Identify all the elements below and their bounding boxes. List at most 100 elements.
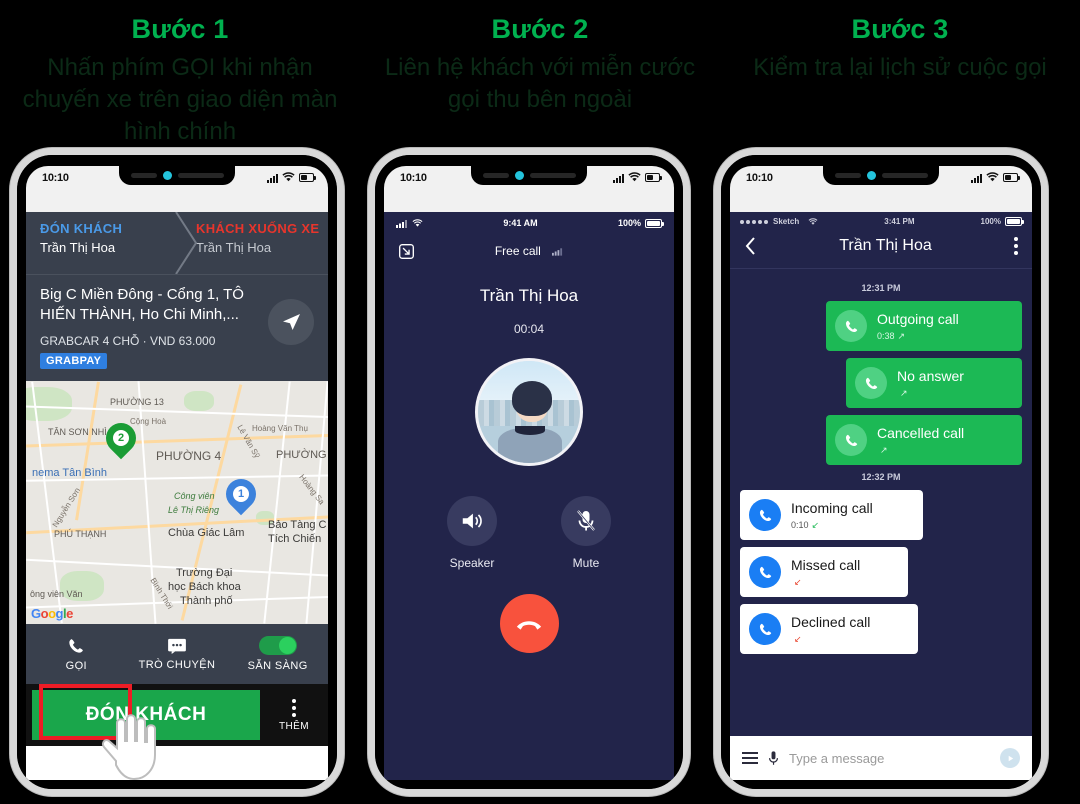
message-cancelled-call[interactable]: Cancelled call ↗: [826, 415, 1022, 465]
map-label: PHƯỜNG 4: [156, 449, 222, 463]
mute-button[interactable]: Mute: [561, 496, 611, 570]
message-sub: ↗: [897, 388, 964, 399]
tab-pickup[interactable]: ĐÓN KHÁCH Trần Thị Hoa: [26, 212, 172, 274]
message-text: Incoming call: [791, 499, 873, 516]
device-status-icons: [267, 172, 316, 183]
phone-icon: [749, 556, 781, 588]
message-missed-call[interactable]: Missed call ↙: [740, 547, 908, 597]
call-status-bar: 9:41 AM 100%: [384, 212, 674, 228]
map-label: Trường Đại: [176, 567, 233, 579]
call-contact-name: Trần Thị Hoa: [479, 286, 579, 305]
call-status-time: 9:41 AM: [503, 218, 538, 228]
microphone-icon[interactable]: [768, 750, 779, 767]
signal-bars-icon: [267, 173, 278, 183]
tab-pickup-passenger: Trần Thị Hoa: [40, 240, 116, 255]
trip-map[interactable]: PHƯỜNG 13 Cộng Hoà TÂN SƠN NHÌ Hoàng Văn…: [26, 381, 328, 624]
signal-bars-icon: [396, 219, 407, 228]
trip-action-bar: GỌI TRÒ CHUYỆN SẴN SÀNG: [26, 624, 328, 684]
front-camera-icon: [514, 171, 524, 180]
call-type-row: Free call: [384, 244, 674, 258]
step-column-2: Bước 2 Liên hệ khách với miễn cước gọi t…: [360, 0, 720, 150]
step-column-3: Bước 3 Kiểm tra lại lịch sử cuộc gọi: [720, 0, 1080, 150]
message-sub: ↙: [791, 577, 860, 588]
map-label: PHƯỜNG 13: [110, 397, 164, 407]
more-button[interactable]: THÊM: [260, 684, 328, 746]
toggle-on-icon[interactable]: [258, 636, 297, 655]
action-chat[interactable]: TRÒ CHUYỆN: [127, 624, 228, 684]
tab-dropoff-label: KHÁCH XUỐNG XE: [196, 221, 320, 236]
map-label: ông viên Văn: [30, 589, 83, 599]
phone-icon: [749, 613, 781, 645]
wifi-icon: [628, 172, 641, 182]
message-no-answer[interactable]: No answer ↗: [846, 358, 1022, 408]
message-text: Cancelled call: [877, 424, 965, 441]
call-screen: 9:41 AM 100% Free call Trần Thị Hoa 00:0…: [384, 212, 674, 780]
google-attribution: Google: [31, 606, 73, 621]
step-3-title: Bước 3: [851, 14, 949, 44]
chat-status-time: 3:41 PM: [884, 217, 915, 226]
speaker-label: Speaker: [449, 556, 495, 570]
mute-button-circle: [561, 496, 611, 546]
message-incoming-call[interactable]: Incoming call 0:10 ↙: [740, 490, 923, 540]
call-status-battery-pct: 100%: [617, 218, 641, 228]
message-input[interactable]: Type a message: [789, 751, 990, 766]
step-2-body: Liên hệ khách với miễn cước gọi thu bên …: [384, 54, 696, 113]
device-clock: 10:10: [400, 172, 427, 184]
map-pin-1[interactable]: 1: [219, 472, 263, 519]
grab-trip-tabs: ĐÓN KHÁCH Trần Thị Hoa KHÁCH XUỐNG XE Tr…: [26, 212, 328, 274]
chevron-left-icon[interactable]: [744, 236, 757, 256]
send-icon[interactable]: [1000, 748, 1020, 768]
navigate-button[interactable]: [268, 299, 314, 345]
message-sub: 0:10 ↙: [791, 520, 873, 531]
payment-badge: GRABPAY: [40, 353, 108, 369]
action-ready[interactable]: SẴN SÀNG: [227, 624, 328, 684]
call-controls: Speaker Mute: [384, 496, 674, 570]
carrier-name: Sketch: [773, 217, 800, 226]
message-sub: 0:38 ↗: [877, 331, 959, 342]
contact-avatar: [475, 358, 583, 466]
device-status-icons: [971, 172, 1020, 183]
action-call[interactable]: GỌI: [26, 624, 127, 684]
map-pin-1-number: 1: [233, 486, 249, 502]
wifi-icon: [986, 172, 999, 182]
earpiece-slot-left: [130, 173, 157, 178]
map-pin-2[interactable]: 2: [99, 416, 143, 463]
tab-separator-chevron-icon: [175, 212, 198, 274]
phone-2-notch: [471, 166, 587, 185]
phone-icon: [835, 424, 867, 456]
hangup-button[interactable]: [499, 594, 559, 653]
earpiece-slot-right: [529, 173, 576, 178]
earpiece-slot-right: [881, 173, 928, 178]
dots-vertical-icon[interactable]: [1013, 237, 1018, 255]
phone-mockup-1: 10:10 ĐÓN KHÁCH Trần Thị Hoa KHÁCH XUỐNG…: [10, 148, 344, 796]
signal-bars-icon: [971, 173, 982, 183]
call-direction-icon: ↗: [897, 330, 906, 341]
map-label: PHÚ THẠNH: [54, 529, 107, 539]
hangup-phone-icon: [516, 620, 542, 630]
phone-mockup-3: 10:10 Sketch 3:41 PM 100% Trần Thị Hoa 1…: [714, 148, 1048, 796]
map-label: Hoàng Sa: [297, 472, 327, 507]
message-declined-call[interactable]: Declined call ↙: [740, 604, 918, 654]
step-3-body: Kiểm tra lại lịch sử cuộc gọi: [753, 54, 1047, 81]
message-text: Missed call: [791, 556, 861, 573]
message-duration: 0:38: [877, 331, 895, 341]
list-icon[interactable]: [742, 751, 758, 765]
phone-3-screen: Sketch 3:41 PM 100% Trần Thị Hoa 12:31 P…: [730, 212, 1032, 780]
hangup-wrap: [384, 594, 674, 653]
chat-status-battery-pct: 100%: [980, 217, 1001, 226]
action-call-label: GỌI: [65, 659, 88, 672]
wifi-icon: [808, 217, 818, 225]
chat-messages[interactable]: 12:31 PM Outgoing call 0:38 ↗ No answer …: [730, 269, 1032, 736]
chat-header: Trần Thị Hoa: [730, 226, 1032, 269]
hand-pointer-icon: [101, 714, 156, 780]
message-duration: 0:10: [791, 520, 809, 530]
call-duration: 00:04: [513, 322, 545, 336]
map-pin-2-number: 2: [113, 430, 129, 446]
map-label: TÂN SƠN NHÌ: [48, 427, 107, 437]
message-text: Declined call: [791, 613, 871, 630]
speaker-button[interactable]: Speaker: [447, 496, 497, 570]
tab-pickup-label: ĐÓN KHÁCH: [40, 221, 123, 236]
chat-status-bar: Sketch 3:41 PM 100%: [730, 212, 1032, 226]
front-camera-icon: [162, 171, 172, 180]
message-outgoing-call[interactable]: Outgoing call 0:38 ↗: [826, 301, 1022, 351]
